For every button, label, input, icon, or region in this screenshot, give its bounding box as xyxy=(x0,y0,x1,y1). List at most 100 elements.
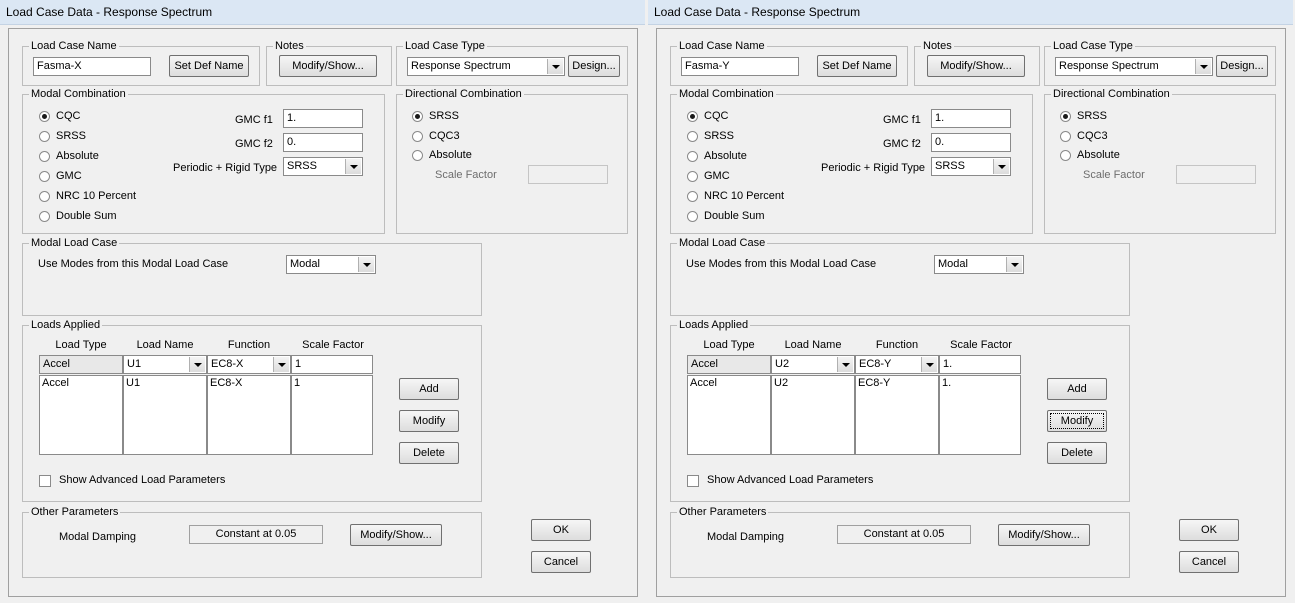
chevron-down-icon[interactable] xyxy=(1006,257,1022,272)
radio-dir-cqc3[interactable] xyxy=(412,131,423,142)
header-load-type: Load Type xyxy=(55,339,107,351)
function-list[interactable]: EC8-X xyxy=(207,375,291,455)
radio-double-sum[interactable] xyxy=(687,211,698,222)
scale-factor-list[interactable]: 1. xyxy=(939,375,1021,455)
cancel-button[interactable]: Cancel xyxy=(531,551,591,573)
chevron-down-icon[interactable] xyxy=(993,159,1009,174)
notes-modify-show-button[interactable]: Modify/Show... xyxy=(927,55,1025,77)
ok-button[interactable]: OK xyxy=(1179,519,1239,541)
title-bar[interactable]: Load Case Data - Response Spectrum xyxy=(0,0,645,25)
damping-modify-show-button[interactable]: Modify/Show... xyxy=(350,524,442,546)
group-load-case-type: Load Case Type Response Spectrum Design.… xyxy=(1044,39,1276,86)
scale-factor-edit-input[interactable]: 1. xyxy=(939,355,1021,374)
radio-gmc[interactable] xyxy=(687,171,698,182)
modal-damping-value: Constant at 0.05 xyxy=(189,525,323,544)
list-item[interactable]: Accel xyxy=(690,377,717,389)
load-name-select[interactable]: U2 xyxy=(771,355,855,374)
radio-dir-srss[interactable] xyxy=(412,111,423,122)
show-advanced-checkbox[interactable] xyxy=(39,475,51,487)
add-button[interactable]: Add xyxy=(399,378,459,400)
gmc-f1-input[interactable]: 1. xyxy=(283,109,363,128)
function-select[interactable]: EC8-X xyxy=(207,355,291,374)
radio-srss[interactable] xyxy=(687,131,698,142)
radio-nrc-10-percent[interactable] xyxy=(687,191,698,202)
chevron-down-icon[interactable] xyxy=(189,357,205,372)
select-value: U2 xyxy=(775,358,790,370)
modal-load-case-select[interactable]: Modal xyxy=(934,255,1024,274)
radio-double-sum[interactable] xyxy=(39,211,50,222)
list-item[interactable]: U2 xyxy=(774,377,788,389)
load-case-name-input[interactable]: Fasma-X xyxy=(33,57,151,76)
load-name-list[interactable]: U1 xyxy=(123,375,207,455)
radio-dir-absolute[interactable] xyxy=(1060,150,1071,161)
show-advanced-checkbox[interactable] xyxy=(687,475,699,487)
header-function: Function xyxy=(227,339,271,351)
load-type-list[interactable]: Accel xyxy=(687,375,771,455)
radio-nrc-10-percent[interactable] xyxy=(39,191,50,202)
function-select[interactable]: EC8-Y xyxy=(855,355,939,374)
load-type-list[interactable]: Accel xyxy=(39,375,123,455)
radio-label-gmc: GMC xyxy=(56,170,82,182)
radio-cqc[interactable] xyxy=(39,111,50,122)
cancel-button[interactable]: Cancel xyxy=(1179,551,1239,573)
gmc-f2-input[interactable]: 0. xyxy=(283,133,363,152)
scale-factor-label: Scale Factor xyxy=(435,169,497,181)
chevron-down-icon[interactable] xyxy=(837,357,853,372)
design-button[interactable]: Design... xyxy=(568,55,620,77)
scale-factor-edit-input[interactable]: 1 xyxy=(291,355,373,374)
modal-damping-label: Modal Damping xyxy=(59,531,137,543)
scale-factor-input[interactable] xyxy=(1176,165,1256,184)
load-name-select[interactable]: U1 xyxy=(123,355,207,374)
design-button[interactable]: Design... xyxy=(1216,55,1268,77)
gmc-f2-input[interactable]: 0. xyxy=(931,133,1011,152)
group-other-parameters: Other Parameters Modal Damping Constant … xyxy=(670,505,1130,578)
modal-damping-label: Modal Damping xyxy=(707,531,785,543)
delete-button[interactable]: Delete xyxy=(1047,442,1107,464)
radio-dir-srss[interactable] xyxy=(1060,111,1071,122)
modify-button[interactable]: Modify xyxy=(1047,410,1107,432)
periodic-rigid-select[interactable]: SRSS xyxy=(931,157,1011,176)
load-name-list[interactable]: U2 xyxy=(771,375,855,455)
load-type-field[interactable]: Accel xyxy=(687,355,771,374)
load-type-field[interactable]: Accel xyxy=(39,355,123,374)
notes-modify-show-button[interactable]: Modify/Show... xyxy=(279,55,377,77)
group-label: Modal Load Case xyxy=(29,236,120,250)
list-item[interactable]: EC8-X xyxy=(210,377,242,389)
load-case-type-select[interactable]: Response Spectrum xyxy=(407,57,565,76)
list-item[interactable]: EC8-Y xyxy=(858,377,890,389)
chevron-down-icon[interactable] xyxy=(273,357,289,372)
chevron-down-icon[interactable] xyxy=(921,357,937,372)
list-item[interactable]: U1 xyxy=(126,377,140,389)
gmc-f1-input[interactable]: 1. xyxy=(931,109,1011,128)
radio-srss[interactable] xyxy=(39,131,50,142)
load-case-name-input[interactable]: Fasma-Y xyxy=(681,57,799,76)
set-def-name-button[interactable]: Set Def Name xyxy=(817,55,897,77)
modal-load-case-select[interactable]: Modal xyxy=(286,255,376,274)
chevron-down-icon[interactable] xyxy=(358,257,374,272)
chevron-down-icon[interactable] xyxy=(547,59,563,74)
radio-dir-absolute[interactable] xyxy=(412,150,423,161)
scale-factor-input[interactable] xyxy=(528,165,608,184)
list-item[interactable]: 1. xyxy=(942,377,951,389)
chevron-down-icon[interactable] xyxy=(1195,59,1211,74)
periodic-rigid-select[interactable]: SRSS xyxy=(283,157,363,176)
ok-button[interactable]: OK xyxy=(531,519,591,541)
radio-cqc[interactable] xyxy=(687,111,698,122)
radio-gmc[interactable] xyxy=(39,171,50,182)
radio-absolute[interactable] xyxy=(687,151,698,162)
add-button[interactable]: Add xyxy=(1047,378,1107,400)
radio-dir-cqc3[interactable] xyxy=(1060,131,1071,142)
set-def-name-button[interactable]: Set Def Name xyxy=(169,55,249,77)
title-bar[interactable]: Load Case Data - Response Spectrum xyxy=(648,0,1293,25)
load-case-type-select[interactable]: Response Spectrum xyxy=(1055,57,1213,76)
damping-modify-show-button[interactable]: Modify/Show... xyxy=(998,524,1090,546)
radio-label-dir-cqc3: CQC3 xyxy=(1077,130,1108,142)
list-item[interactable]: 1 xyxy=(294,377,300,389)
scale-factor-list[interactable]: 1 xyxy=(291,375,373,455)
function-list[interactable]: EC8-Y xyxy=(855,375,939,455)
radio-absolute[interactable] xyxy=(39,151,50,162)
modify-button[interactable]: Modify xyxy=(399,410,459,432)
chevron-down-icon[interactable] xyxy=(345,159,361,174)
delete-button[interactable]: Delete xyxy=(399,442,459,464)
list-item[interactable]: Accel xyxy=(42,377,69,389)
